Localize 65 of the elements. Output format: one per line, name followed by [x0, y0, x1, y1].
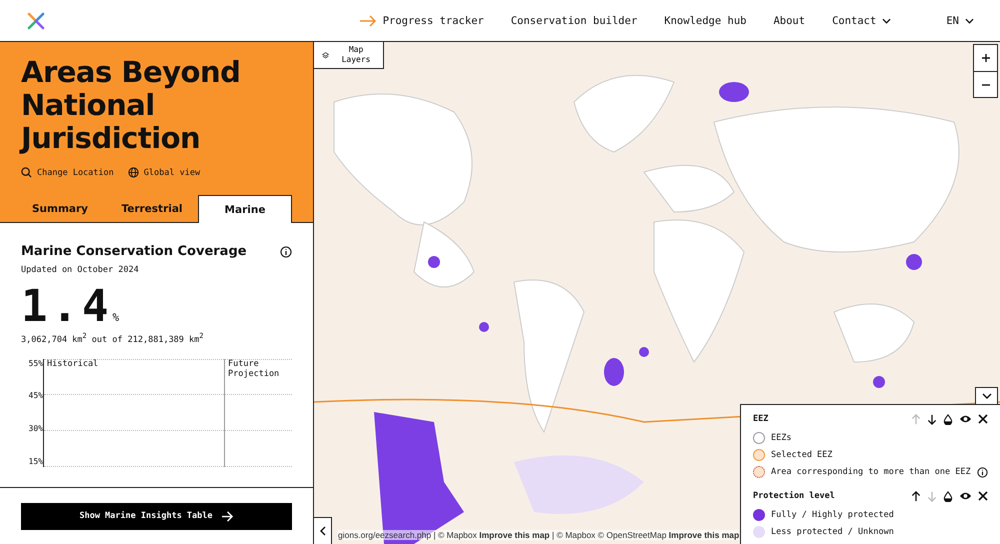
coverage-unit: % [112, 311, 120, 324]
axis-tick-label: 45% [28, 391, 43, 402]
legend-label: Less protected / Unknown [771, 527, 894, 537]
coverage-title: Marine Conservation Coverage [21, 244, 247, 259]
axis-tick-label: 30% [28, 424, 43, 434]
globe-icon [128, 167, 139, 178]
info-icon[interactable] [976, 466, 988, 478]
location-title: Areas Beyond National Jurisdiction [21, 56, 242, 155]
opacity-icon[interactable] [943, 414, 953, 424]
logo-icon[interactable] [26, 10, 46, 30]
arrow-icon [220, 510, 234, 522]
nav-link[interactable]: Knowledge hub [664, 14, 746, 26]
axis-tick-label: 15% [28, 456, 43, 467]
zoom-out-button[interactable] [974, 71, 997, 97]
legend-label: Area corresponding to more than one EEZ [771, 467, 971, 477]
tab[interactable]: Summary [14, 195, 106, 223]
nav-link[interactable]: Conservation builder [510, 14, 638, 26]
period-label: Future Projection [228, 358, 280, 379]
nav-link[interactable]: About [773, 14, 806, 26]
collapse-legend-button[interactable] [975, 387, 998, 404]
protected-area[interactable] [428, 256, 440, 268]
collapse-sidebar-button[interactable] [314, 517, 332, 544]
map-layers-button[interactable]: Map Layers [314, 42, 384, 69]
chevron-left-icon [320, 526, 326, 536]
legend-label: EEZs [771, 433, 792, 443]
axis-tick-label: 55% [28, 358, 43, 369]
coverage-area: 3,062,704 km$^{2}$ out of 212,881,389 km$^{2}$ [21, 331, 292, 345]
legend-group-title: Protection level [753, 491, 835, 501]
layers-icon [322, 50, 330, 60]
protected-area[interactable] [604, 358, 624, 386]
protected-area[interactable] [479, 322, 489, 332]
chevron-icon [882, 18, 892, 24]
arrow-up-icon[interactable] [911, 490, 921, 502]
close-icon[interactable] [978, 491, 988, 501]
legend-group-title: EEZ [753, 414, 768, 424]
close-icon[interactable] [978, 414, 988, 424]
chevron-icon [965, 18, 974, 24]
protected-area[interactable] [719, 82, 749, 102]
chevron-down-icon [982, 393, 992, 399]
arrow-down-icon[interactable] [927, 414, 937, 424]
protected-area[interactable] [639, 347, 649, 357]
zoom-in-button[interactable] [974, 45, 997, 71]
coverage-value: 1.4 [21, 285, 112, 329]
eye-icon[interactable] [959, 491, 972, 501]
search-icon [21, 167, 32, 178]
period-label: Historical [47, 358, 98, 369]
location-link[interactable]: Global view [128, 167, 200, 178]
legend-label: Fully / Highly protected [771, 510, 894, 520]
updated-date: Updated on October 2024 [21, 265, 140, 275]
tab[interactable]: Terrestrial [106, 195, 198, 223]
eye-icon[interactable] [959, 414, 972, 424]
arrow-icon [358, 14, 377, 26]
map-attribution: gions.org/eezsearch.php | © Mapbox Improve this map | © Mapbox © OpenStreetMap Improve this map [338, 530, 740, 540]
plus-icon [980, 53, 990, 63]
nav-link[interactable]: Contact [832, 14, 892, 26]
nav-link[interactable]: EN [946, 14, 974, 26]
insights-table-button[interactable]: Show Marine Insights Table [21, 502, 292, 530]
opacity-icon[interactable] [943, 490, 953, 502]
location-link[interactable]: Change Location [21, 167, 114, 178]
protected-area[interactable] [906, 254, 922, 270]
nav-link[interactable]: Progress tracker [358, 14, 484, 26]
legend-label: Selected EEZ [771, 450, 832, 460]
tab[interactable]: Marine [198, 195, 292, 223]
info-icon[interactable] [280, 246, 292, 258]
protected-area[interactable] [873, 376, 885, 388]
